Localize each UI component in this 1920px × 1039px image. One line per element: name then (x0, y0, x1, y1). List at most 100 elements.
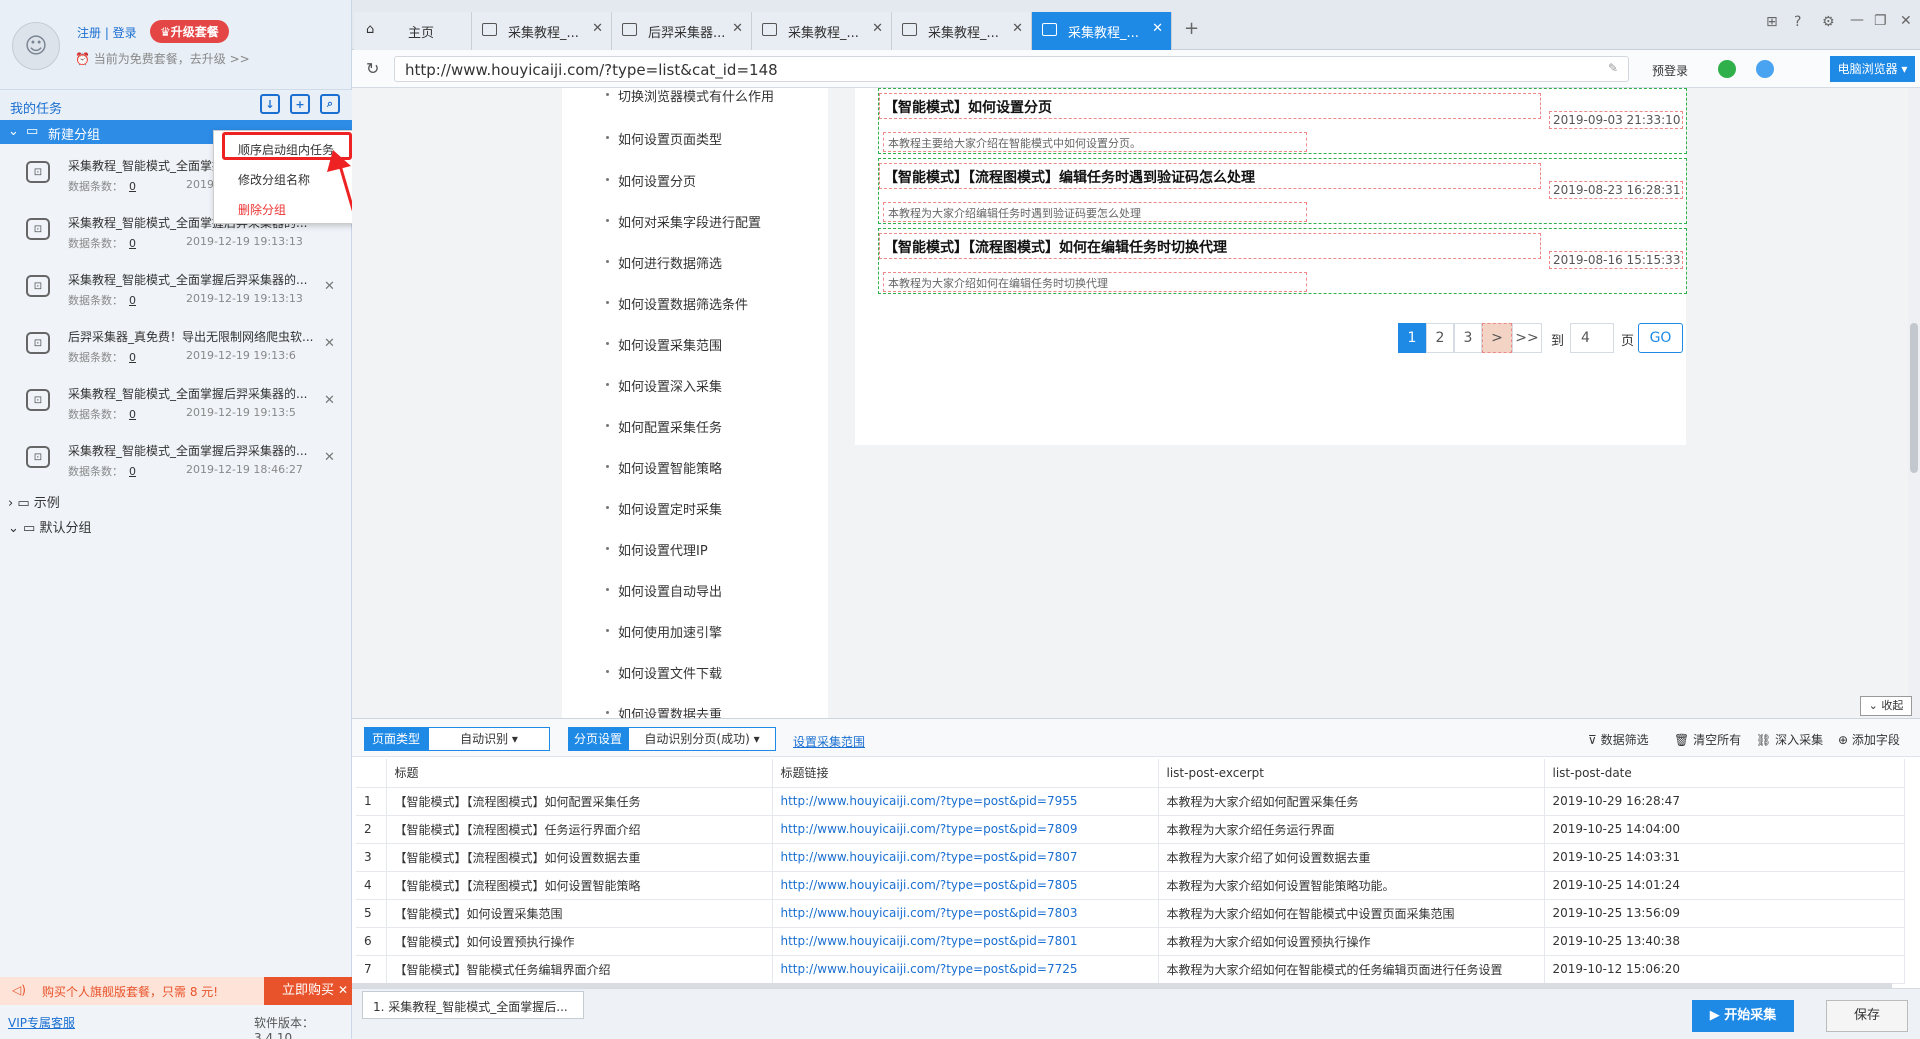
page-1[interactable]: 1 (1398, 323, 1426, 353)
minimize-icon[interactable]: — (1850, 12, 1864, 28)
category-link[interactable]: 如何设置深入采集 (605, 376, 722, 395)
my-tasks-title: 我的任务 (10, 102, 63, 117)
category-link[interactable]: 如何进行数据筛选 (605, 253, 722, 272)
task-item[interactable]: ⊡ 采集教程_智能模式_全面掌握后羿采集器的... 数据条数：0 2019-12… (0, 375, 352, 432)
article-title[interactable]: 【智能模式】如何设置分页 (879, 93, 1541, 119)
column-header[interactable]: 标题 (386, 759, 773, 788)
article-title[interactable]: 【智能模式】【流程图模式】编辑任务时遇到验证码怎么处理 (879, 163, 1541, 189)
close-icon[interactable]: ✕ (592, 21, 603, 36)
column-header[interactable]: list-post-date (1544, 759, 1905, 788)
menu-item-rename-group[interactable]: 修改分组名称 (238, 171, 310, 188)
article-item[interactable]: 【智能模式】如何设置分页 2019-09-03 21:33:10 本教程主要给大… (878, 88, 1687, 154)
new-tab-icon[interactable]: + (1184, 18, 1199, 39)
category-link[interactable]: 如何设置自动导出 (605, 581, 722, 600)
category-link[interactable]: 如何设置采集范围 (605, 335, 722, 354)
scroll-thumb[interactable] (1910, 323, 1918, 473)
next-page-button[interactable]: > (1482, 323, 1512, 353)
browser-mode-button[interactable]: 电脑浏览器 ▾ (1830, 56, 1915, 82)
page-2[interactable]: 2 (1426, 323, 1454, 353)
save-button[interactable]: 保存 (1826, 1000, 1908, 1032)
category-link[interactable]: 如何设置代理IP (606, 540, 708, 559)
refresh-icon[interactable]: ↻ (366, 59, 379, 78)
tab-home[interactable]: ⌂ 主页 (354, 12, 472, 50)
table-row[interactable]: 5 【智能模式】如何设置采集范围 http://www.houyicaiji.com… (356, 899, 1905, 928)
upgrade-button[interactable]: ♛升级套餐 (150, 20, 229, 43)
speed-icon[interactable] (1718, 60, 1736, 78)
deep-collect-button[interactable]: ⛓ 深入采集 (1756, 731, 1823, 748)
gift-icon[interactable]: ⊞ (1766, 14, 1778, 30)
vertical-scrollbar[interactable] (1908, 88, 1920, 718)
prelogin-button[interactable]: 预登录 (1652, 62, 1688, 79)
category-link[interactable]: 如何对采集字段进行配置 (605, 212, 761, 231)
category-link[interactable]: 如何设置数据去重 (605, 704, 722, 718)
collapse-button[interactable]: ⌄ 收起 (1860, 696, 1912, 716)
close-icon[interactable]: ✕ (732, 21, 743, 36)
column-header[interactable]: 标题链接 (772, 759, 1159, 788)
table-row[interactable]: 7 【智能模式】智能模式任务编辑界面介绍 http://www.houyicaiji… (356, 955, 1905, 984)
goto-page-input[interactable]: 4 (1570, 323, 1614, 353)
category-link[interactable]: 如何设置智能策略 (605, 458, 722, 477)
task-item[interactable]: ⊡ 采集教程_智能模式_全面掌握后羿采集器的... 数据条数：0 2019-12… (0, 432, 352, 489)
article-title[interactable]: 【智能模式】【流程图模式】如何在编辑任务时切换代理 (879, 233, 1541, 259)
close-icon[interactable]: ✕ (872, 21, 883, 36)
go-button[interactable]: GO (1638, 323, 1683, 353)
tab-page[interactable]: 采集教程_... ✕ (892, 12, 1032, 50)
url-input[interactable]: http://www.houyicaiji.com/?type=list&cat… (394, 56, 1629, 82)
group-default[interactable]: ⌄ ▭ 默认分组 (8, 517, 91, 536)
edit-icon[interactable]: ✎ (1608, 61, 1618, 75)
filter-button[interactable]: ⊽ 数据筛选 (1588, 731, 1649, 748)
restore-icon[interactable]: ❐ (1874, 13, 1887, 29)
import-icon[interactable]: ↓ (260, 94, 280, 114)
start-collect-button[interactable]: ▶ 开始采集 (1692, 1000, 1794, 1032)
add-field-button[interactable]: ⊕ 添加字段 (1838, 731, 1900, 748)
help-icon[interactable]: ? (1794, 14, 1801, 30)
add-task-icon[interactable]: + (290, 94, 310, 114)
category-link[interactable]: 如何配置采集任务 (605, 417, 722, 436)
login-link[interactable]: 注册 | 登录 (77, 24, 137, 41)
category-link[interactable]: 如何设置页面类型 (605, 129, 722, 148)
group-example[interactable]: › ▭ 示例 (8, 492, 60, 511)
free-plan-link[interactable]: ⏰ 当前为免费套餐，去升级 >> (75, 50, 250, 67)
gear-icon[interactable]: ⚙ (1822, 14, 1835, 30)
task-chip[interactable]: 1. 采集教程_智能模式_全面掌握后... (362, 991, 584, 1019)
menu-item-delete-group[interactable]: 删除分组 (238, 201, 286, 218)
vip-support-link[interactable]: VIP专属客服 (8, 1014, 75, 1031)
close-window-icon[interactable]: ✕ (1900, 13, 1912, 29)
tab-page[interactable]: 采集教程_... ✕ (752, 12, 892, 50)
category-link[interactable]: 如何设置分页 (605, 171, 696, 190)
article-item[interactable]: 【智能模式】【流程图模式】如何在编辑任务时切换代理 2019-08-16 15:… (878, 228, 1687, 294)
clear-all-button[interactable]: 🗑 清空所有 (1674, 731, 1741, 748)
category-link[interactable]: 如何使用加速引擎 (605, 622, 722, 641)
column-header[interactable]: list-post-excerpt (1158, 759, 1545, 788)
paging-select[interactable]: 自动识别分页(成功) ▾ (628, 727, 776, 751)
tab-page[interactable]: 采集教程_... ✕ (472, 12, 612, 50)
speaker-icon: ◁) (12, 983, 26, 997)
table-row[interactable]: 1 【智能模式】【流程图模式】如何配置采集任务 http://www.houyica… (356, 787, 1905, 816)
category-link[interactable]: 如何设置数据筛选条件 (605, 294, 748, 313)
table-row[interactable]: 3 【智能模式】【流程图模式】如何设置数据去重 http://www.houyica… (356, 843, 1905, 872)
page-type-select[interactable]: 自动识别 ▾ (428, 727, 550, 751)
close-icon[interactable]: ✕ (1152, 21, 1163, 36)
task-item[interactable]: ⊡ 采集教程_智能模式_全面掌握后羿采集器的... 数据条数：0 2019-12… (0, 261, 352, 318)
category-link[interactable]: 切换浏览器模式有什么作用 (605, 88, 774, 105)
page-icon (482, 23, 497, 36)
last-page-button[interactable]: >> (1512, 323, 1542, 353)
cell-url: http://www.houyicaiji.com/?type=post&pid… (772, 899, 1159, 928)
search-task-icon[interactable]: ⌕ (320, 94, 340, 114)
page-3[interactable]: 3 (1454, 323, 1482, 353)
tab-page[interactable]: 后羿采集器... ✕ (612, 12, 752, 50)
close-icon[interactable]: ✕ (1012, 21, 1023, 36)
close-icon[interactable]: ✕ (338, 983, 348, 997)
avatar[interactable]: ☺ (12, 22, 60, 70)
table-row[interactable]: 6 【智能模式】如何设置预执行操作 http://www.houyicaiji.co… (356, 927, 1905, 956)
category-link[interactable]: 如何设置文件下载 (605, 663, 722, 682)
table-row[interactable]: 4 【智能模式】【流程图模式】如何设置智能策略 http://www.houyica… (356, 871, 1905, 900)
robot-mode-icon[interactable] (1756, 60, 1774, 78)
task-item[interactable]: ⊡ 后羿采集器_真免费！导出无限制网络爬虫软... 数据条数： 0 2019-12… (0, 318, 352, 375)
article-item[interactable]: 【智能模式】【流程图模式】编辑任务时遇到验证码怎么处理 2019-08-23 1… (878, 158, 1687, 224)
category-link[interactable]: 如何设置定时采集 (605, 499, 722, 518)
tab-active[interactable]: 采集教程_... ✕ (1032, 12, 1172, 50)
set-range-link[interactable]: 设置采集范围 (793, 733, 865, 750)
table-row[interactable]: 2 【智能模式】【流程图模式】任务运行界面介绍 http://www.houyica… (356, 815, 1905, 844)
cell-url: http://www.houyicaiji.com/?type=post&pid… (772, 927, 1159, 956)
